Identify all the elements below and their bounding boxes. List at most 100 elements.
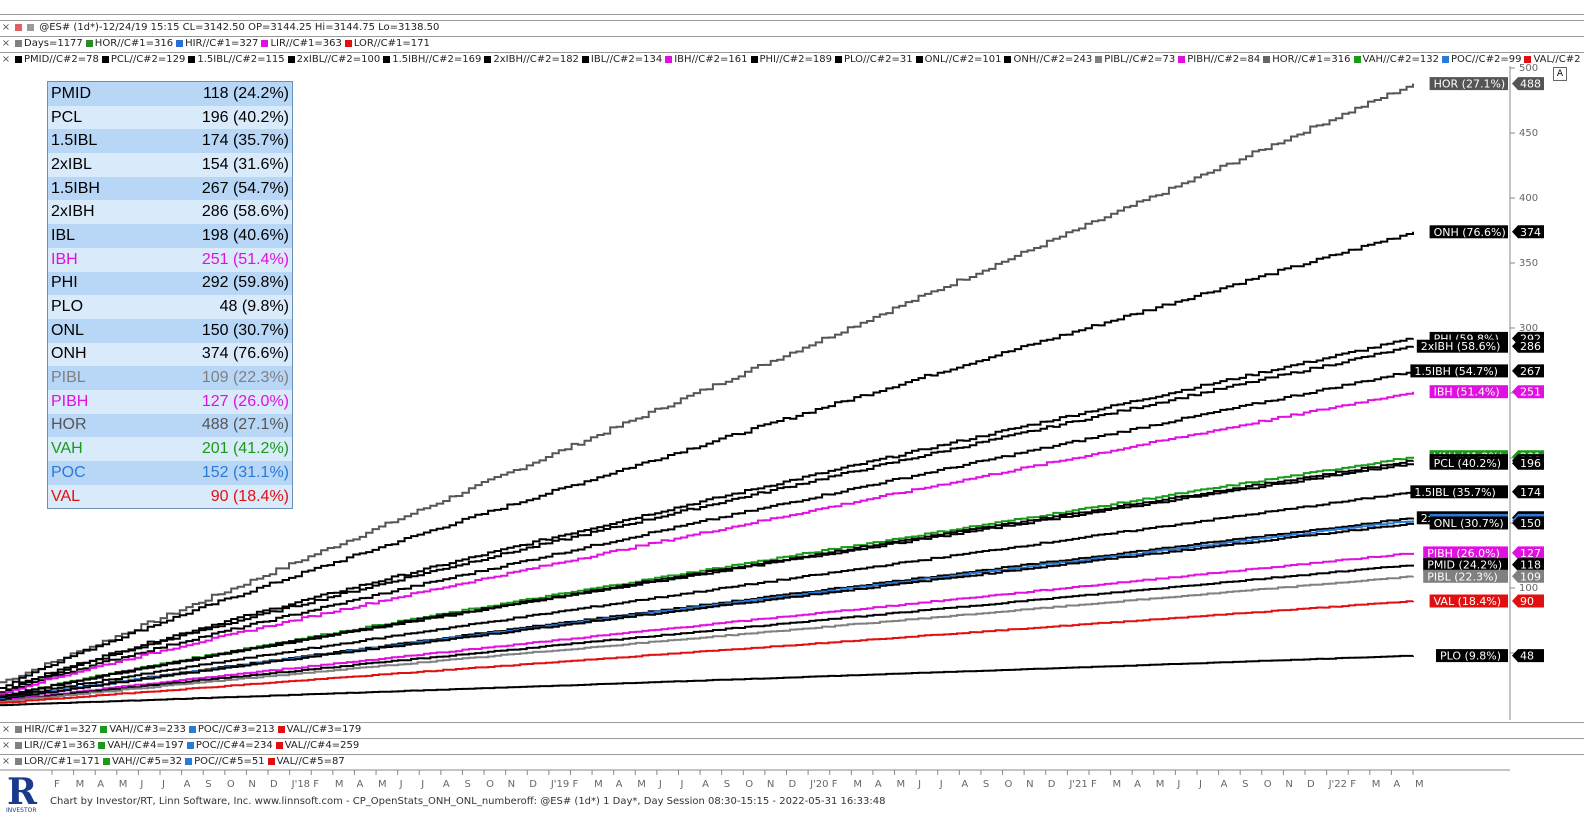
x-tick-label: O [486,779,494,790]
x-tick-label: J [161,779,165,790]
stats-row: PIBL 109 (22.3%) [47,366,293,390]
color-swatch [188,726,196,733]
y-tick-label: 400 [1519,193,1538,204]
x-tick-label: A [1393,779,1400,790]
stats-row: 1.5IBH 267 (54.7%) [47,176,293,201]
stats-name: PCL [47,105,139,130]
series-end-label: ONH (76.6%) [1434,226,1506,239]
stats-value: 196 (40.2%) [138,105,293,130]
stats-row: PCL 196 (40.2%) [47,105,293,130]
x-tick-label: F [1350,779,1356,790]
x-tick-label: O [1005,779,1013,790]
legend-item: HIR//C#1=327 [24,724,98,735]
x-tick-label: F [832,779,838,790]
legend-item: LIR//C#1=363 [24,740,96,751]
x-tick-label: J [1176,779,1180,790]
y-tick-label: 500 [1519,63,1538,74]
stats-value: 488 (27.1%) [138,413,293,438]
legend-item: LOR//C#1=171 [24,756,100,767]
stats-row: VAH 201 (41.2%) [47,437,293,461]
x-tick-label: J [679,779,683,790]
series-end-label: PIBL (22.3%) [1427,570,1498,583]
stats-row: 1.5IBL 174 (35.7%) [47,129,293,154]
stats-name: PIBH [47,389,139,414]
x-tick-label: A [616,779,623,790]
stats-value: 286 (58.6%) [138,200,293,225]
stats-name: PMID [47,81,139,106]
series-end-value: 251 [1520,386,1541,399]
color-swatch [15,726,22,733]
series-end-value: 48 [1520,650,1534,663]
stats-value: 374 (76.6%) [138,342,293,367]
close-icon[interactable]: × [0,739,12,753]
close-icon[interactable]: × [0,755,12,769]
x-tick-label: A [443,779,450,790]
investor-rt-logo: R INVESTOR [6,771,38,814]
x-tick-label: A [184,779,191,790]
stats-name: VAH [47,437,139,461]
x-tick-label: M [637,779,646,790]
y-tick-label: 350 [1519,258,1538,269]
x-tick-label: M [1113,779,1122,790]
x-tick-label: A [702,779,709,790]
stats-row: PMID 118 (24.2%) [47,81,293,106]
stats-row: ONL 150 (30.7%) [47,318,293,343]
stats-name: 2xIBL [47,153,139,177]
stats-value: 127 (26.0%) [138,389,293,414]
x-tick-label: M [1415,779,1424,790]
stats-name: 1.5IBH [47,176,139,201]
x-tick-label: N [1285,779,1292,790]
x-tick-label: A [875,779,882,790]
x-tick-label: O [745,779,753,790]
x-tick-label: N [1026,779,1033,790]
x-tick-label: M [1372,779,1381,790]
color-swatch [98,742,106,749]
x-tick-label: S [464,779,470,790]
stats-value: 152 (31.1%) [138,461,293,485]
x-tick-label: J'22 [1328,779,1347,790]
x-tick-label: A [97,779,104,790]
stats-name: IBL [47,224,139,248]
stats-value: 118 (24.2%) [138,81,293,106]
x-tick-label: O [1264,779,1272,790]
stats-row: PIBH 127 (26.0%) [47,389,293,414]
x-tick-label: F [54,779,60,790]
series-end-label: 2xIBH (58.6%) [1421,340,1501,353]
series-end-label: VAL (18.4%) [1434,595,1502,608]
x-tick-label: S [1242,779,1248,790]
close-icon[interactable]: × [0,723,12,737]
series-end-label: ONL (30.7%) [1434,517,1504,530]
color-swatch [100,726,108,733]
x-tick-label: D [1048,779,1056,790]
x-tick-label: J'19 [550,779,569,790]
stats-name: POC [47,461,139,485]
series-line-val [0,600,1414,704]
x-tick-label: D [529,779,537,790]
series-end-value: 286 [1520,340,1541,353]
series-end-label: HOR (27.1%) [1434,78,1506,91]
x-tick-label: J [420,779,424,790]
series-end-label: 1.5IBH (54.7%) [1414,365,1498,378]
legend-item: POC//C#5=51 [194,756,265,767]
legend-item: VAL//C#4=259 [284,740,360,751]
y-tick-label: 450 [1519,128,1538,139]
y-tick-label: 100 [1519,583,1538,594]
series-end-label: 1.5IBL (35.7%) [1414,486,1495,499]
stats-name: ONH [47,342,139,367]
x-tick-label: J'18 [291,779,310,790]
stats-value: 292 (59.8%) [138,271,293,296]
stats-value: 251 (51.4%) [138,247,293,272]
legend-item: VAH//C#4=197 [107,740,184,751]
x-tick-label: A [1221,779,1228,790]
color-swatch [277,726,285,733]
stats-row: ONH 374 (76.6%) [47,342,293,367]
x-tick-label: S [983,779,989,790]
x-tick-label: A [356,779,363,790]
color-swatch [186,742,194,749]
stats-name: VAL [47,484,139,509]
color-swatch [275,742,283,749]
stats-value: 150 (30.7%) [138,318,293,343]
series-end-value: 488 [1520,78,1541,91]
series-line-onl [0,522,1414,702]
series-end-label: PCL (40.2%) [1434,457,1501,470]
